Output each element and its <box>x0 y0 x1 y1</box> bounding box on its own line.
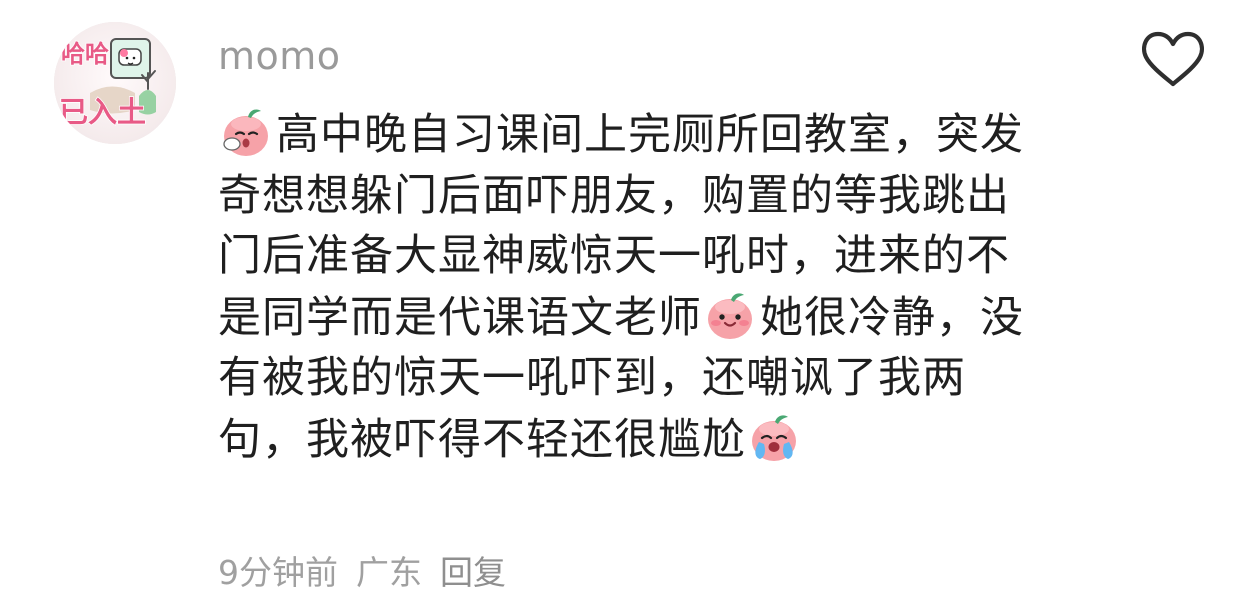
username[interactable]: momo <box>218 32 341 80</box>
reply-button[interactable]: 回复 <box>440 552 506 594</box>
comment-meta: 9分钟前 广东 回复 <box>218 552 506 594</box>
comment-line: 是同学而是代课语文老师 她很冷静，没 <box>218 287 1118 349</box>
comment-line: 奇想想躲门后面吓朋友，购置的等我跳出 <box>218 166 1118 227</box>
comment-line: 句，我被吓得不轻还很尴尬 <box>218 409 1118 471</box>
comment-line: 有被我的惊天一吼吓到，还嘲讽了我两 <box>218 348 1118 409</box>
smiling-peach-emoji <box>702 287 758 343</box>
comment-line-text: 有被我的惊天一吼吓到，还嘲讽了我两 <box>218 353 966 403</box>
user-avatar[interactable]: 哈哈 已入土 <box>54 22 176 144</box>
avatar-text-top: 哈哈 <box>61 40 109 68</box>
cartoon-cat-avatar-icon: 哈哈 已入土 <box>54 22 176 144</box>
heart-outline-icon <box>1141 31 1205 87</box>
crying-peach-emoji <box>746 409 802 465</box>
comment-line: 门后准备大显神威惊天一吼时，进来的不 <box>218 226 1118 287</box>
comment-line-text: 门后准备大显神威惊天一吼时，进来的不 <box>218 231 1010 281</box>
comment-item: 哈哈 已入土 momo 高中晚自习课间上完厕所回教室，突发 奇想想躲门后面吓朋友… <box>0 0 1260 596</box>
comment-line: 高中晚自习课间上完厕所回教室，突发 <box>218 104 1118 166</box>
comment-line-text: 她很冷静，没 <box>760 292 1024 343</box>
comment-line-text: 是同学而是代课语文老师 <box>218 292 702 343</box>
comment-time: 9分钟前 <box>218 553 338 592</box>
comment-line-text: 奇想想躲门后面吓朋友，购置的等我跳出 <box>218 170 1010 221</box>
comment-line-text: 高中晚自习课间上完厕所回教室，突发 <box>276 110 1024 160</box>
comment-location: 广东 <box>356 553 422 592</box>
avatar-text-bottom: 已入土 <box>59 95 146 129</box>
comment-line-text: 句，我被吓得不轻还很尴尬 <box>218 414 746 465</box>
comment-text: 高中晚自习课间上完厕所回教室，突发 奇想想躲门后面吓朋友，购置的等我跳出 门后准… <box>218 104 1118 470</box>
tired-peach-emoji <box>218 104 274 160</box>
like-button[interactable] <box>1138 26 1208 90</box>
